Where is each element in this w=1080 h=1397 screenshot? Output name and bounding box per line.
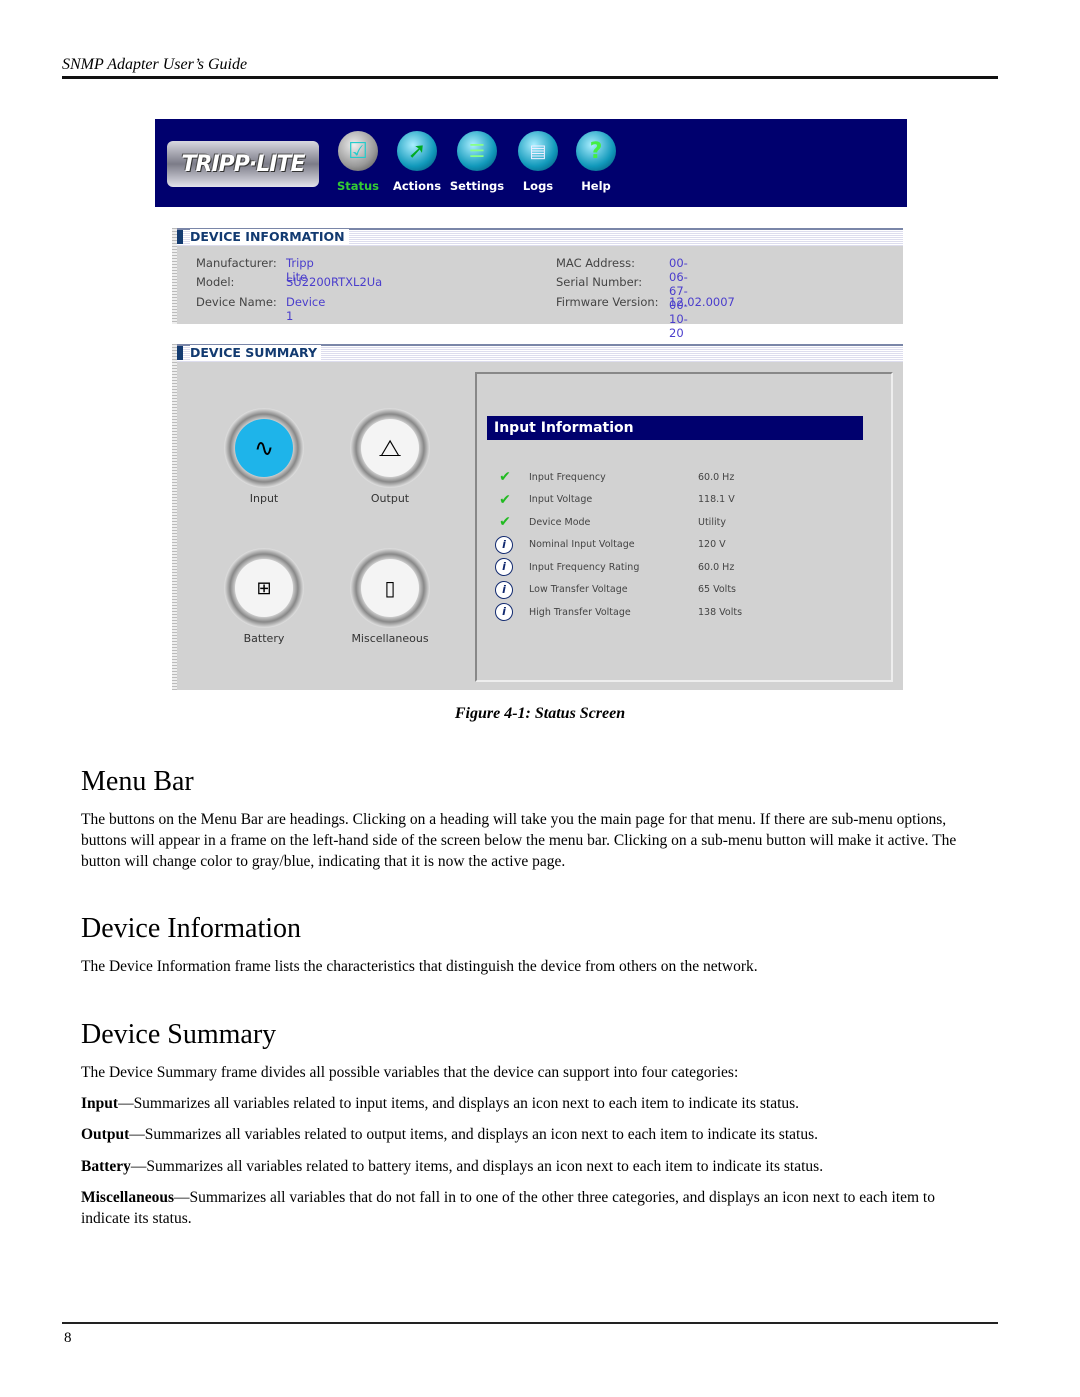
info-manufacturer: Manufacturer: Tripp Lite <box>196 256 314 284</box>
tripp-lite-logo: TRIPP·LITE <box>167 141 319 187</box>
input-category-button[interactable]: ∿ <box>224 408 304 488</box>
input-info-row: i Nominal Input Voltage 120 V <box>495 535 726 555</box>
checkmark-icon: ☑ <box>338 131 378 171</box>
summary-item-output: Output—Summarizes all variables related … <box>81 1126 818 1143</box>
panel-title: Input Information <box>487 416 863 440</box>
row-name: Nominal Input Voltage <box>529 539 635 550</box>
row-value: 60.0 Hz <box>698 561 735 573</box>
sine-wave-icon: ∿ <box>235 419 293 477</box>
header-rule <box>62 76 998 79</box>
status-screen-figure: TRIPP·LITE ☑ Status ➚ Actions ☰ Settings… <box>150 118 908 692</box>
sliders-icon: ☰ <box>457 131 497 171</box>
miscellaneous-category-button[interactable]: ▯ <box>350 548 430 628</box>
heading-device-summary: Device Summary <box>81 1019 277 1050</box>
input-info-row: ✔ Device Mode Utility <box>495 512 726 532</box>
info-serial-number: Serial Number: <box>556 275 643 289</box>
question-mark-icon: ? <box>576 131 616 171</box>
menu-item-settings[interactable]: ☰ Settings <box>447 131 507 193</box>
input-information-panel: Input Information ✔ Input Frequency 60.0 H… <box>475 372 893 682</box>
battery-icon: ⊞ <box>235 559 293 617</box>
miscellaneous-category-label: Miscellaneous <box>351 632 429 645</box>
output-category-button[interactable]: ⧍ <box>350 408 430 488</box>
menu-item-help[interactable]: ? Help <box>566 131 626 193</box>
input-info-row: ✔ Input Voltage 118.1 V <box>495 490 735 510</box>
footer-rule <box>62 1322 998 1324</box>
row-value: 138 Volts <box>698 606 743 618</box>
device-summary-header: DEVICE SUMMARY <box>177 344 903 362</box>
green-check-icon: ✔ <box>499 514 511 530</box>
green-check-icon: ✔ <box>499 469 511 485</box>
info-model: Model: SU2200RTXL2Ua <box>196 275 383 289</box>
row-name: Low Transfer Voltage <box>529 584 628 595</box>
output-category-label: Output <box>370 492 410 505</box>
running-header: SNMP Adapter User’s Guide <box>62 56 248 73</box>
input-category-label: Input <box>249 492 279 505</box>
row-value: 60.0 Hz <box>698 471 735 483</box>
figure-caption: Figure 4-1: Status Screen <box>454 705 626 722</box>
info-icon: i <box>495 558 513 576</box>
info-icon: i <box>495 580 513 599</box>
menu-item-actions[interactable]: ➚ Actions <box>387 131 447 193</box>
menu-bar-paragraph: The buttons on the Menu Bar are headings… <box>81 811 957 870</box>
row-value: 120 V <box>698 539 726 550</box>
log-document-icon: ▤ <box>518 131 558 171</box>
info-firmware-version: Firmware Version: 12.02.0007 <box>556 295 735 309</box>
heading-menu-bar: Menu Bar <box>81 766 194 797</box>
summary-item-input: Input—Summarizes all variables related t… <box>81 1095 800 1112</box>
row-name: Input Frequency <box>529 471 606 483</box>
row-name: Input Voltage <box>529 494 593 505</box>
device-information-header: DEVICE INFORMATION <box>177 228 903 246</box>
input-info-row: i Low Transfer Voltage 65 Volts <box>495 580 736 600</box>
menu-bar: TRIPP·LITE ☑ Status ➚ Actions ☰ Settings… <box>155 119 907 207</box>
page-number: 8 <box>64 1330 72 1346</box>
info-device-name: Device Name: Device 1 <box>196 295 326 323</box>
summary-item-miscellaneous: Miscellaneous—Summarizes all variables t… <box>81 1189 935 1227</box>
actions-arrow-icon: ➚ <box>397 131 437 171</box>
input-info-row: i Input Frequency Rating 60.0 Hz <box>495 557 734 577</box>
battery-category-label: Battery <box>243 632 285 645</box>
output-lever-icon: ⧍ <box>361 419 419 477</box>
input-info-row: ✔ Input Frequency 60.0 Hz <box>495 467 734 487</box>
row-name: Input Frequency Rating <box>529 561 640 573</box>
row-value: 65 Volts <box>698 584 736 595</box>
green-check-icon: ✔ <box>499 491 511 508</box>
info-icon: i <box>495 603 513 621</box>
menu-item-status[interactable]: ☑ Status <box>328 131 388 193</box>
row-value: 118.1 V <box>698 494 735 505</box>
device-information-paragraph: The Device Information frame lists the c… <box>81 958 758 975</box>
device-information-section: DEVICE INFORMATION Manufacturer: Tripp Li… <box>172 228 903 340</box>
heading-device-information: Device Information <box>81 913 302 944</box>
info-icon: i <box>495 535 513 554</box>
summary-item-battery: Battery—Summarizes all variables related… <box>81 1158 824 1175</box>
row-value: Utility <box>698 516 726 528</box>
row-name: High Transfer Voltage <box>529 606 631 618</box>
battery-category-button[interactable]: ⊞ <box>224 548 304 628</box>
input-info-row: i High Transfer Voltage 138 Volts <box>495 602 742 622</box>
menu-item-logs[interactable]: ▤ Logs <box>508 131 568 193</box>
device-tower-icon: ▯ <box>361 559 419 617</box>
row-name: Device Mode <box>529 516 591 528</box>
info-mac-address: MAC Address: 00-06-67-00-10-20 <box>556 256 688 340</box>
device-summary-intro: The Device Summary frame divides all pos… <box>81 1064 739 1081</box>
